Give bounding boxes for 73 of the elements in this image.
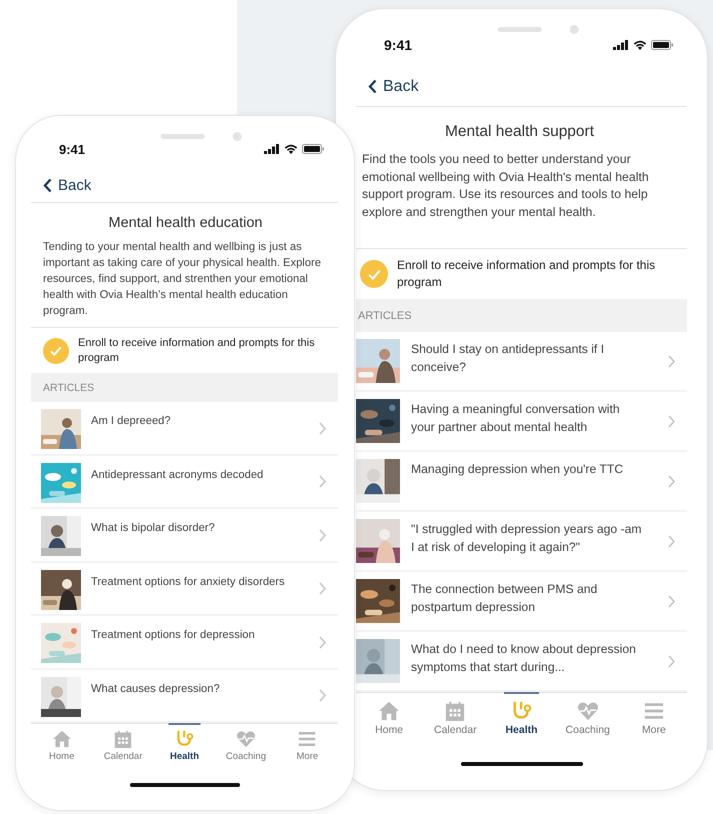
chevron-right-icon (319, 689, 326, 702)
article-title: Am I depreeed? (91, 414, 172, 429)
chevron-right-icon (668, 475, 675, 488)
signal-icon (613, 40, 629, 50)
program-description: Tending to your mental health and wellbing is just as important as taking care of your physical health. Explore resources, find support, and strenthen your emotional health with Ovia Health’s mental health education program. (43, 240, 322, 319)
back-button[interactable]: Back (43, 176, 92, 194)
enroll-checkbox[interactable] (43, 338, 69, 364)
section-header: ARTICLES (356, 299, 687, 332)
battery-icon (302, 144, 324, 154)
chevron-right-icon (319, 636, 326, 649)
article-row[interactable]: What causes depression? (31, 670, 338, 723)
enroll-label: Enroll to receive information and prompts for this program (397, 257, 656, 291)
back-button[interactable]: Back (368, 78, 419, 96)
heart-pulse-icon (236, 730, 256, 748)
chevron-right-icon (319, 582, 326, 596)
program-description: Find the tools you need to better understand your emotional wellbeing with Ovia Health's mental health support program. Use its resources and tools to help explore and strengthen your mental health. (362, 151, 650, 220)
calendar-icon (113, 730, 134, 748)
article-title: Treatment options for anxiety disorders (91, 574, 286, 590)
chevron-left-icon (43, 178, 52, 192)
article-title: Should I stay on antidepressants if I conceive? (411, 341, 606, 376)
battery-icon (651, 40, 673, 50)
tab-item[interactable]: More (276, 722, 338, 773)
article-title: Having a meaningful conversation with your partner about mental health (411, 401, 621, 436)
chevron-right-icon (668, 595, 675, 608)
article-title: What causes depression? (91, 682, 221, 696)
tab-item[interactable]: Coaching (554, 691, 621, 751)
chevron-right-icon (668, 655, 675, 668)
stethoscope-icon (174, 730, 195, 748)
chevron-right-icon (319, 528, 326, 542)
home-icon (378, 701, 400, 721)
heart-pulse-icon (576, 701, 599, 721)
wifi-icon (633, 40, 647, 50)
chevron-right-icon (319, 422, 326, 435)
status-time: 9:41 (384, 37, 412, 53)
program-title: Mental health education (108, 215, 264, 231)
home-icon (52, 730, 72, 748)
chevron-right-icon (668, 535, 675, 548)
article-title: What is bipolar disorder? (91, 521, 216, 536)
camera-icon (569, 25, 578, 34)
tab-item[interactable]: More (620, 691, 687, 751)
tab-item[interactable]: Calendar (92, 722, 154, 773)
chevron-right-icon (668, 415, 675, 428)
article-title: The connection between PMS and postpartum depression (411, 581, 598, 616)
status-time: 9:41 (59, 142, 86, 156)
tab-item[interactable]: Health (154, 722, 216, 773)
tab-item[interactable]: Home (356, 691, 422, 751)
program-title: Mental health support (444, 123, 596, 141)
signal-icon (264, 144, 280, 154)
article-title: Managing depression when you're TTC (411, 461, 624, 478)
chevron-right-icon (319, 475, 326, 488)
tab-item[interactable]: Coaching (215, 722, 277, 773)
section-header: ARTICLES (31, 373, 338, 402)
tab-item[interactable]: Calendar (422, 691, 488, 751)
chevron-right-icon (668, 355, 675, 368)
tab-item[interactable]: Health (488, 691, 555, 751)
article-row[interactable]: Antidepressant acronyms decoded (31, 456, 338, 509)
article-title: "I struggled with depression years ago -am I at risk of developing it again?" (411, 521, 643, 556)
menu-icon (297, 730, 318, 748)
stethoscope-icon (510, 701, 532, 721)
enroll-checkbox[interactable] (360, 260, 388, 288)
camera-icon (232, 132, 242, 141)
menu-icon (642, 701, 665, 721)
speaker-icon (497, 27, 542, 32)
calendar-icon (444, 701, 466, 721)
article-title: Antidepressant acronyms decoded (91, 468, 264, 482)
chevron-left-icon (368, 79, 377, 94)
tab-item[interactable]: Home (31, 722, 92, 773)
wifi-icon (284, 144, 298, 154)
article-title: What do I need to know about depression symptoms that start during... (411, 641, 637, 676)
enroll-label: Enroll to receive information and prompts for this program (78, 336, 316, 366)
article-row[interactable]: Treatment options for anxiety disorders (31, 562, 338, 616)
speaker-icon (160, 134, 204, 139)
article-title: Treatment options for depression (91, 628, 256, 643)
